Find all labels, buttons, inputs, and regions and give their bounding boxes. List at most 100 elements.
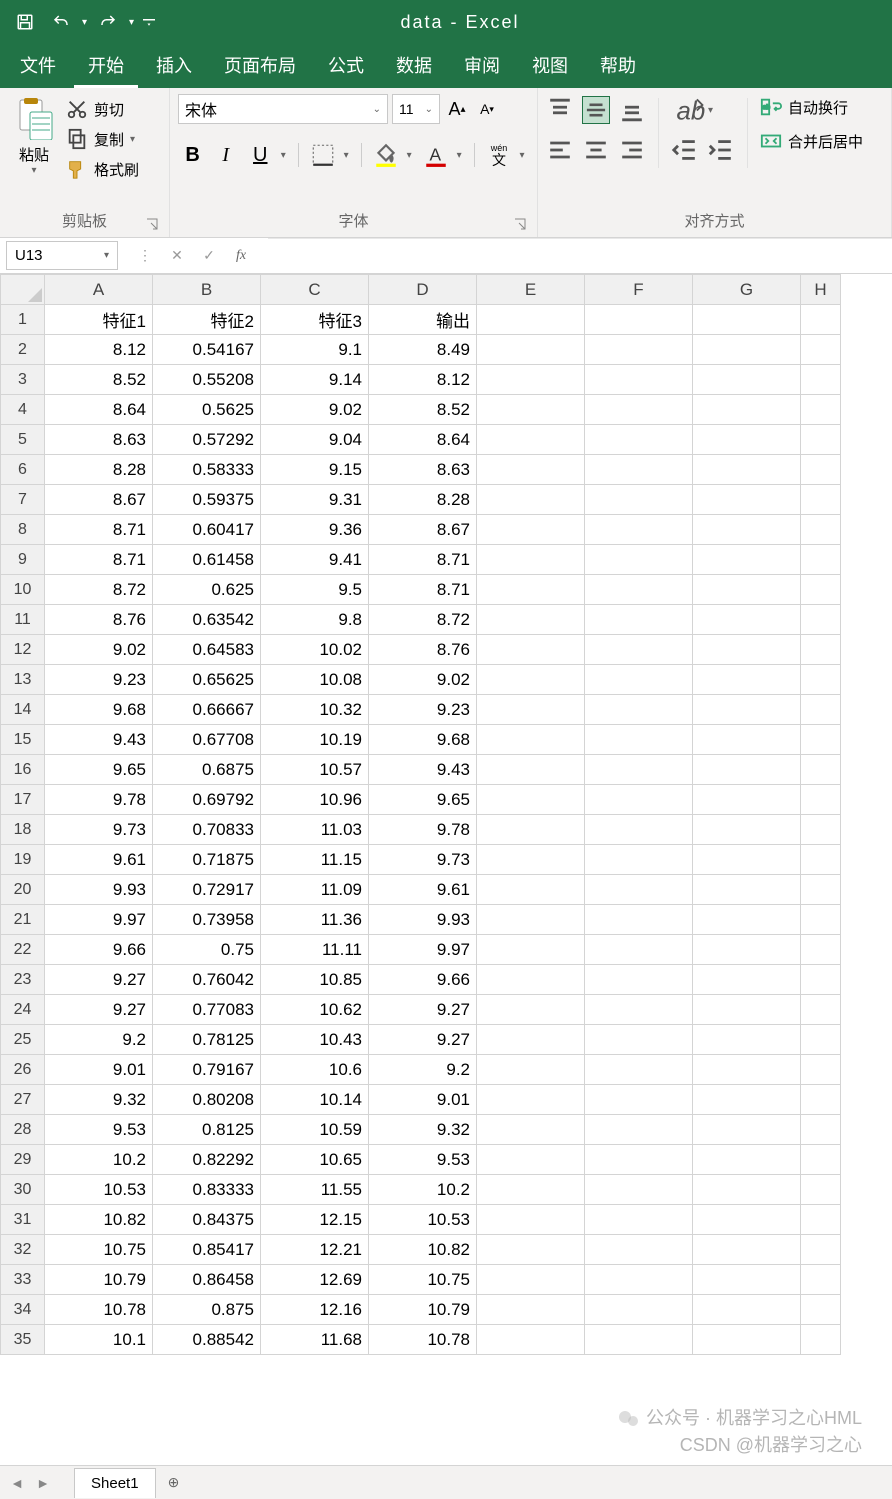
row-header-11[interactable]: 11	[1, 605, 45, 635]
cell-G13[interactable]	[693, 665, 801, 695]
cell-A32[interactable]: 10.75	[45, 1235, 153, 1265]
cell-G27[interactable]	[693, 1085, 801, 1115]
cell-B28[interactable]: 0.8125	[153, 1115, 261, 1145]
cell-A23[interactable]: 9.27	[45, 965, 153, 995]
ribbon-tab-2[interactable]: 插入	[142, 42, 206, 88]
cell-D7[interactable]: 8.28	[369, 485, 477, 515]
cell-C22[interactable]: 11.11	[261, 935, 369, 965]
cell-G26[interactable]	[693, 1055, 801, 1085]
cell-G12[interactable]	[693, 635, 801, 665]
cell-A26[interactable]: 9.01	[45, 1055, 153, 1085]
row-header-16[interactable]: 16	[1, 755, 45, 785]
cell-B21[interactable]: 0.73958	[153, 905, 261, 935]
cell-D16[interactable]: 9.43	[369, 755, 477, 785]
ribbon-tab-8[interactable]: 帮助	[586, 42, 650, 88]
cell-H27[interactable]	[801, 1085, 841, 1115]
cell-G22[interactable]	[693, 935, 801, 965]
cell-B4[interactable]: 0.5625	[153, 395, 261, 425]
cell-C30[interactable]: 11.55	[261, 1175, 369, 1205]
cell-D4[interactable]: 8.52	[369, 395, 477, 425]
row-header-22[interactable]: 22	[1, 935, 45, 965]
cell-A25[interactable]: 9.2	[45, 1025, 153, 1055]
cell-B29[interactable]: 0.82292	[153, 1145, 261, 1175]
cell-F1[interactable]	[585, 305, 693, 335]
row-header-26[interactable]: 26	[1, 1055, 45, 1085]
cell-F27[interactable]	[585, 1085, 693, 1115]
cell-G4[interactable]	[693, 395, 801, 425]
cell-A18[interactable]: 9.73	[45, 815, 153, 845]
cell-D25[interactable]: 9.27	[369, 1025, 477, 1055]
align-middle-button[interactable]	[582, 96, 610, 124]
select-all-corner[interactable]	[1, 275, 45, 305]
cell-G3[interactable]	[693, 365, 801, 395]
cancel-formula-button[interactable]: ✕	[166, 245, 188, 267]
cell-F9[interactable]	[585, 545, 693, 575]
bold-button[interactable]: B	[178, 140, 207, 170]
format-painter-button[interactable]: 格式刷	[66, 158, 139, 180]
cell-B6[interactable]: 0.58333	[153, 455, 261, 485]
wrap-text-button[interactable]: ab 自动换行	[760, 96, 863, 118]
cell-A15[interactable]: 9.43	[45, 725, 153, 755]
align-center-button[interactable]	[582, 136, 610, 164]
cell-C29[interactable]: 10.65	[261, 1145, 369, 1175]
cell-B33[interactable]: 0.86458	[153, 1265, 261, 1295]
cell-G32[interactable]	[693, 1235, 801, 1265]
cell-B1[interactable]: 特征2	[153, 305, 261, 335]
cell-F11[interactable]	[585, 605, 693, 635]
cell-B22[interactable]: 0.75	[153, 935, 261, 965]
cell-G14[interactable]	[693, 695, 801, 725]
cell-G30[interactable]	[693, 1175, 801, 1205]
underline-dropdown[interactable]: ▾	[276, 140, 290, 170]
cell-C25[interactable]: 10.43	[261, 1025, 369, 1055]
cell-F12[interactable]	[585, 635, 693, 665]
cell-C18[interactable]: 11.03	[261, 815, 369, 845]
cell-A35[interactable]: 10.1	[45, 1325, 153, 1355]
cell-E15[interactable]	[477, 725, 585, 755]
cell-D12[interactable]: 8.76	[369, 635, 477, 665]
cell-C23[interactable]: 10.85	[261, 965, 369, 995]
cell-D28[interactable]: 9.32	[369, 1115, 477, 1145]
cell-F4[interactable]	[585, 395, 693, 425]
cell-G18[interactable]	[693, 815, 801, 845]
cell-F26[interactable]	[585, 1055, 693, 1085]
cell-H25[interactable]	[801, 1025, 841, 1055]
fill-color-dropdown[interactable]: ▾	[402, 140, 416, 170]
cell-D17[interactable]: 9.65	[369, 785, 477, 815]
row-header-4[interactable]: 4	[1, 395, 45, 425]
column-header-C[interactable]: C	[261, 275, 369, 305]
cell-C13[interactable]: 10.08	[261, 665, 369, 695]
cell-C33[interactable]: 12.69	[261, 1265, 369, 1295]
cell-F35[interactable]	[585, 1325, 693, 1355]
cell-A30[interactable]: 10.53	[45, 1175, 153, 1205]
row-header-30[interactable]: 30	[1, 1175, 45, 1205]
cell-H7[interactable]	[801, 485, 841, 515]
cell-F29[interactable]	[585, 1145, 693, 1175]
cell-E13[interactable]	[477, 665, 585, 695]
column-header-A[interactable]: A	[45, 275, 153, 305]
formula-input[interactable]	[268, 238, 892, 273]
cell-E33[interactable]	[477, 1265, 585, 1295]
cell-E30[interactable]	[477, 1175, 585, 1205]
cell-H31[interactable]	[801, 1205, 841, 1235]
cell-A10[interactable]: 8.72	[45, 575, 153, 605]
cell-G8[interactable]	[693, 515, 801, 545]
cell-D29[interactable]: 9.53	[369, 1145, 477, 1175]
cell-B17[interactable]: 0.69792	[153, 785, 261, 815]
underline-button[interactable]: U	[244, 140, 276, 170]
cell-G15[interactable]	[693, 725, 801, 755]
cell-E17[interactable]	[477, 785, 585, 815]
cell-C35[interactable]: 11.68	[261, 1325, 369, 1355]
row-header-20[interactable]: 20	[1, 875, 45, 905]
cell-E27[interactable]	[477, 1085, 585, 1115]
cell-H33[interactable]	[801, 1265, 841, 1295]
cell-E2[interactable]	[477, 335, 585, 365]
row-header-7[interactable]: 7	[1, 485, 45, 515]
cell-G11[interactable]	[693, 605, 801, 635]
cell-D2[interactable]: 8.49	[369, 335, 477, 365]
cell-G33[interactable]	[693, 1265, 801, 1295]
cell-B16[interactable]: 0.6875	[153, 755, 261, 785]
ribbon-tab-0[interactable]: 文件	[6, 42, 70, 88]
decrease-indent-button[interactable]	[671, 136, 699, 164]
cell-G35[interactable]	[693, 1325, 801, 1355]
cell-G28[interactable]	[693, 1115, 801, 1145]
